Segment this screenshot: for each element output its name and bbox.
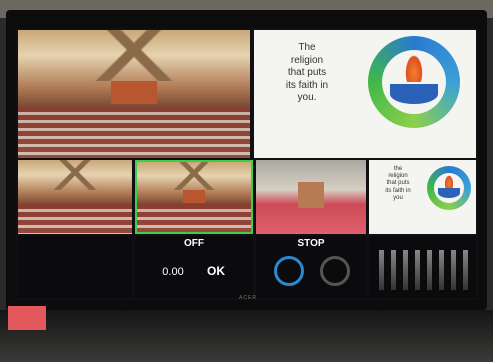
mixer-fader-2[interactable] [391,250,396,290]
camera-2-view[interactable] [135,160,253,234]
mixer-fader-7[interactable] [451,250,456,290]
church-pews [18,106,250,158]
stream-panel[interactable]: STOP [256,236,366,298]
podium [297,182,325,209]
camera-1-view[interactable] [18,160,132,234]
chalice-cup-icon [390,84,438,104]
monitor-brand-logo: ACER [239,295,257,301]
mixer-fader-8[interactable] [463,250,468,290]
camera-3-view[interactable] [256,160,366,234]
record-panel[interactable]: OFF 0.00 OK [135,236,253,298]
small-slide-line-5: you [393,194,403,201]
church-roof [137,162,251,190]
mixer-fader-4[interactable] [415,250,420,290]
chalice-logo-icon [368,36,460,128]
small-slide-line-3: that puts [386,180,410,187]
church-roof [18,160,132,190]
church-pews [137,204,251,232]
slide-line-2: religion [290,54,324,66]
small-slide-line-2: religion [388,173,408,180]
record-ok: OK [207,264,225,278]
small-slide-text: the religion that puts its faith in you [373,166,423,202]
slide-line-3: that puts [287,67,327,78]
slide-line-1: The [298,42,316,53]
small-slide-line-1: the [393,166,403,172]
mixer-fader-1[interactable] [379,250,384,290]
church-pews [18,204,132,234]
church-roof [18,30,250,82]
church-altar [110,81,158,105]
mixer-fader-6[interactable] [439,250,444,290]
multiview-screen: The religion that puts its faith in you.… [16,28,478,300]
program-view[interactable] [18,30,250,158]
preview-view[interactable]: The religion that puts its faith in you. [254,30,476,158]
flame-icon [444,174,454,188]
stream-dial-2 [320,256,350,286]
chalice-logo-icon [427,166,471,210]
red-sticker [8,306,46,330]
desk-surface [0,310,493,362]
chalice-cup-icon [438,188,460,198]
flame-icon [404,52,424,82]
audio-panel [18,236,132,298]
record-status: OFF [184,238,204,249]
stream-dial-1 [274,256,304,286]
slide-thumb-view[interactable]: the religion that puts its faith in you [369,160,476,234]
slide-text: The religion that puts its faith in you. [272,42,342,105]
record-time: 0.00 [162,266,184,278]
mixer-fader-5[interactable] [427,250,432,290]
slide-line-5: you. [297,92,317,103]
stream-status: STOP [297,238,325,249]
slide-line-4: its faith in [285,79,329,91]
church-altar [182,190,206,203]
mixer-panel[interactable] [369,236,476,298]
small-slide-line-4: its faith in [385,187,411,194]
mixer-fader-3[interactable] [403,250,408,290]
